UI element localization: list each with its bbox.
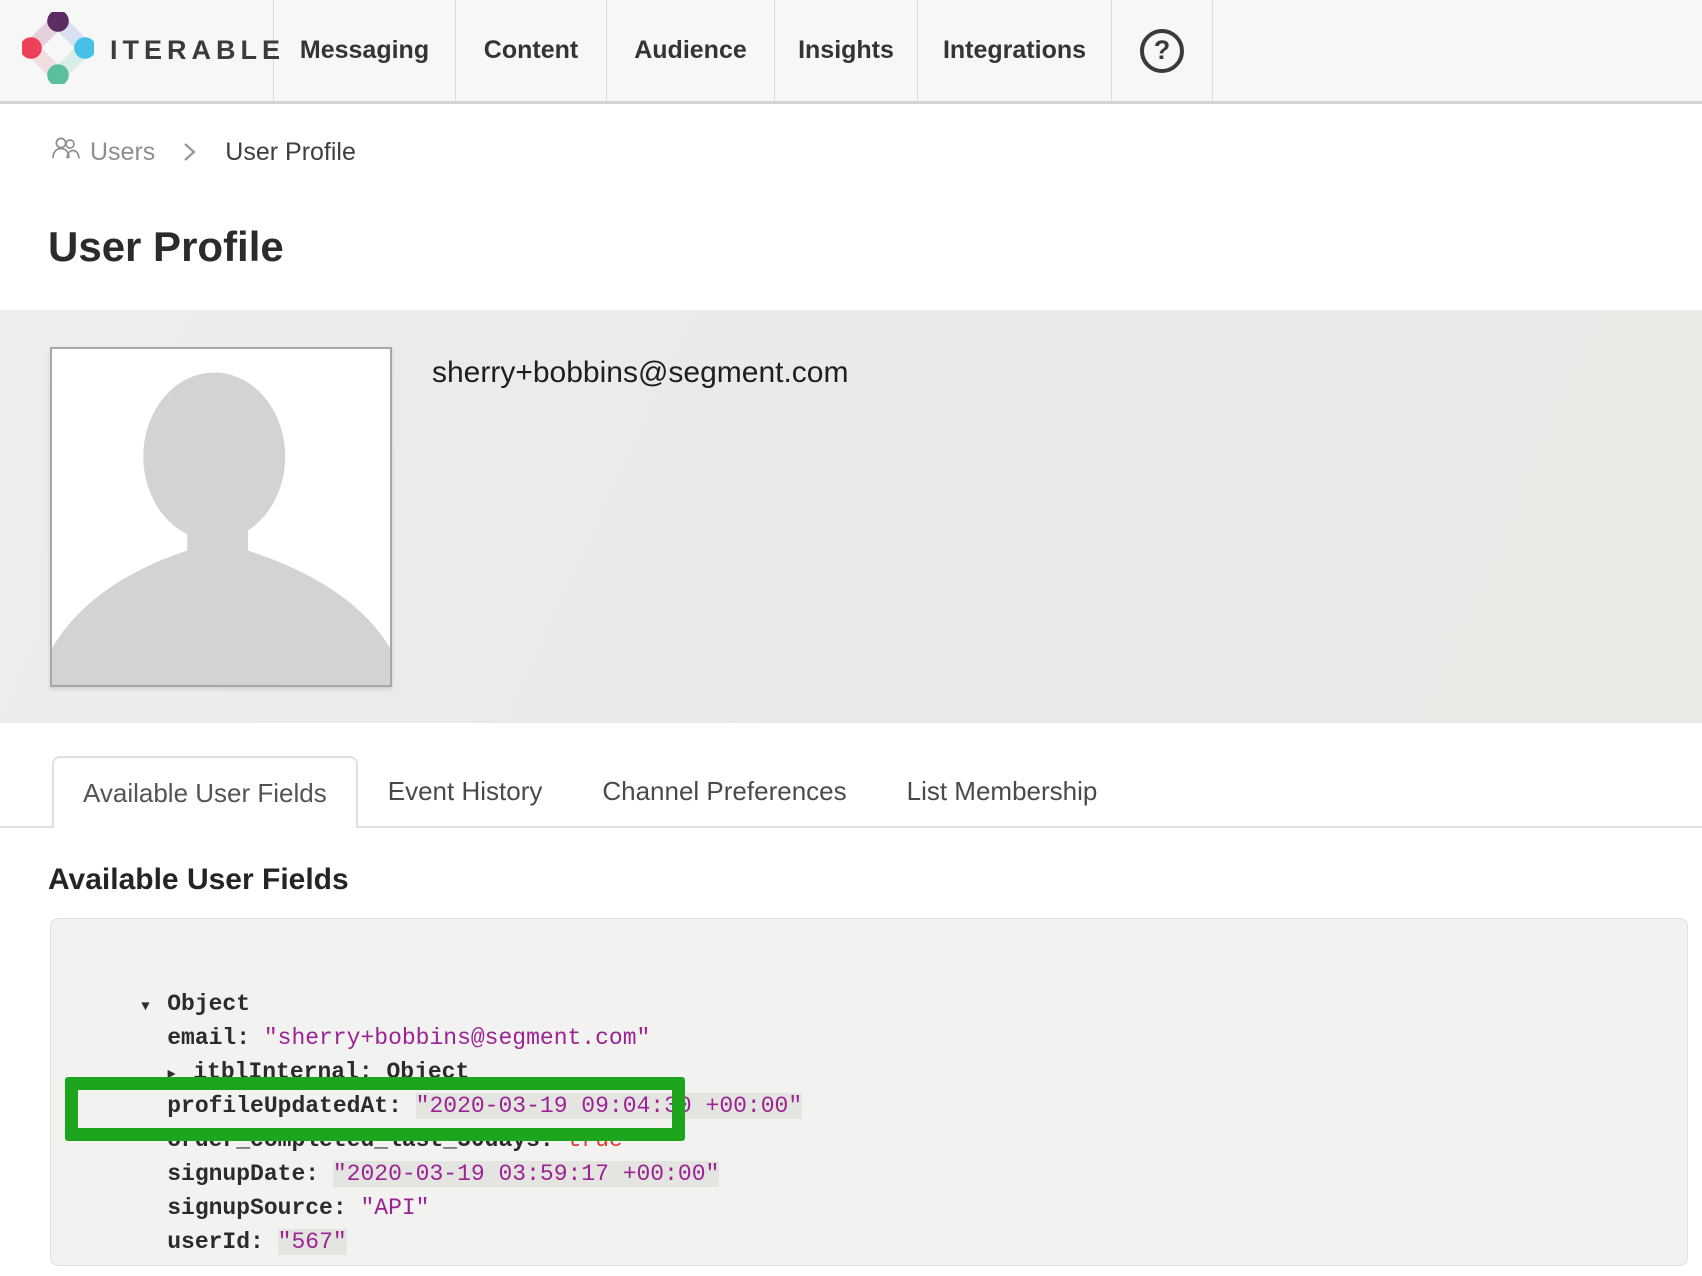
json-root-row: ▼Object	[86, 953, 1687, 987]
chevron-right-icon	[183, 140, 197, 164]
nav-item-insights[interactable]: Insights	[775, 0, 918, 101]
tab-available-user-fields[interactable]: Available User Fields	[52, 756, 358, 828]
nav-item-messaging[interactable]: Messaging	[274, 0, 456, 101]
breadcrumb: Users User Profile	[50, 136, 1702, 168]
json-root-label: Object	[167, 991, 250, 1017]
json-value: "2020-03-19 09:04:30 +00:00"	[416, 1093, 802, 1119]
help-button[interactable]: ?	[1112, 0, 1213, 101]
profile-tabs: Available User Fields Event History Chan…	[0, 756, 1702, 828]
json-key: itblInternal	[193, 1059, 386, 1085]
breadcrumb-users-link[interactable]: Users	[50, 135, 155, 169]
json-key: order_completed_last_30days	[167, 1127, 567, 1153]
nav-item-integrations[interactable]: Integrations	[918, 0, 1112, 101]
json-key: signupSource	[167, 1195, 360, 1221]
expand-triangle-icon[interactable]: ►	[167, 1058, 193, 1092]
iterable-logo-icon	[22, 12, 94, 89]
top-navbar: ITERABLE Messaging Content Audience Insi…	[0, 0, 1702, 104]
users-icon	[50, 135, 80, 169]
json-key: profileUpdatedAt	[167, 1093, 415, 1119]
tab-event-history[interactable]: Event History	[358, 756, 573, 826]
tab-list-membership[interactable]: List Membership	[877, 756, 1128, 826]
section-heading: Available User Fields	[48, 862, 1702, 898]
nav-item-audience[interactable]: Audience	[607, 0, 775, 101]
breadcrumb-current-label: User Profile	[225, 138, 356, 167]
user-email: sherry+bobbins@segment.com	[432, 356, 848, 390]
iterable-logo[interactable]: ITERABLE	[0, 0, 274, 101]
help-icon: ?	[1140, 29, 1184, 73]
avatar-silhouette-icon	[52, 349, 390, 685]
page-title: User Profile	[48, 222, 1702, 272]
tab-channel-preferences[interactable]: Channel Preferences	[572, 756, 876, 826]
json-key: signupDate	[167, 1161, 333, 1187]
json-value: "sherry+bobbins@segment.com"	[264, 1025, 650, 1051]
user-fields-json-panel: ▼Object email"sherry+bobbins@segment.com…	[50, 918, 1688, 1266]
profile-summary-band: sherry+bobbins@segment.com	[0, 310, 1702, 723]
json-value: "API"	[360, 1195, 429, 1221]
json-key: email	[167, 1025, 264, 1051]
json-key: userId	[167, 1229, 277, 1255]
breadcrumb-root-label: Users	[90, 138, 155, 167]
collapse-triangle-icon[interactable]: ▼	[141, 990, 167, 1024]
brand-name: ITERABLE	[110, 35, 285, 66]
nav-item-content[interactable]: Content	[456, 0, 607, 101]
avatar	[50, 347, 392, 687]
json-value: true	[568, 1127, 623, 1153]
json-value: "567"	[278, 1229, 347, 1255]
json-value: Object	[386, 1059, 469, 1085]
json-value: "2020-03-19 03:59:17 +00:00"	[333, 1161, 719, 1187]
json-row-email: email"sherry+bobbins@segment.com"	[86, 987, 1687, 1021]
